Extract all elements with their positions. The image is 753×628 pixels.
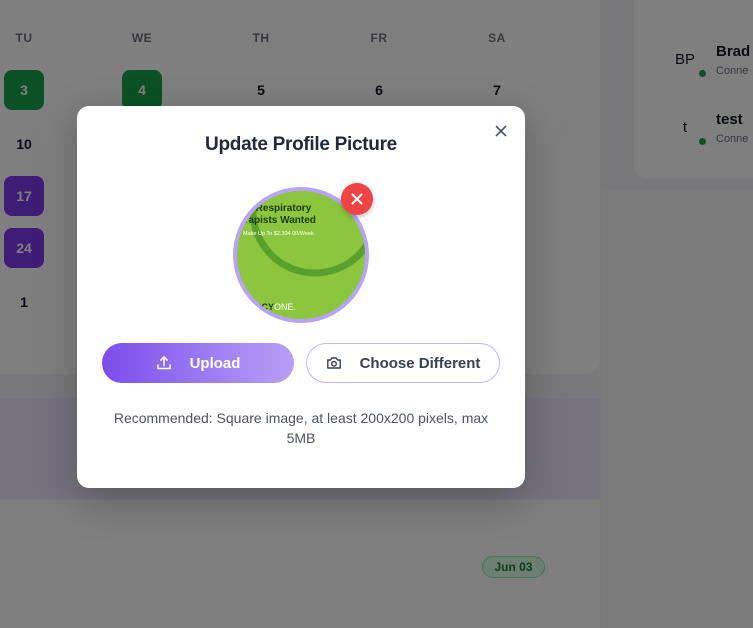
- remove-picture-button[interactable]: [341, 183, 373, 215]
- recommendation-text: Recommended: Square image, at least 200x…: [113, 410, 489, 446]
- dialog-title: Update Profile Picture: [205, 134, 397, 155]
- upload-button-label: Upload: [189, 354, 241, 372]
- choose-different-button[interactable]: Choose Different: [306, 343, 500, 383]
- choose-different-button-label: Choose Different: [359, 354, 481, 372]
- x-icon: [351, 193, 363, 205]
- upload-icon: [156, 356, 171, 370]
- update-profile-picture-dialog: Update Profile Picture vel Respiratory e…: [77, 106, 525, 488]
- preview-text-line2: erapists Wanted: [239, 215, 316, 226]
- close-icon: [495, 125, 507, 137]
- preview-text-line3: Make Up To $2,304.00/Week: [243, 231, 314, 237]
- close-button[interactable]: [493, 123, 509, 139]
- preview-brand: RCYONE.: [255, 302, 296, 312]
- preview-text-line1: vel Respiratory: [239, 203, 312, 214]
- camera-icon: [326, 357, 341, 369]
- upload-button[interactable]: Upload: [102, 343, 294, 383]
